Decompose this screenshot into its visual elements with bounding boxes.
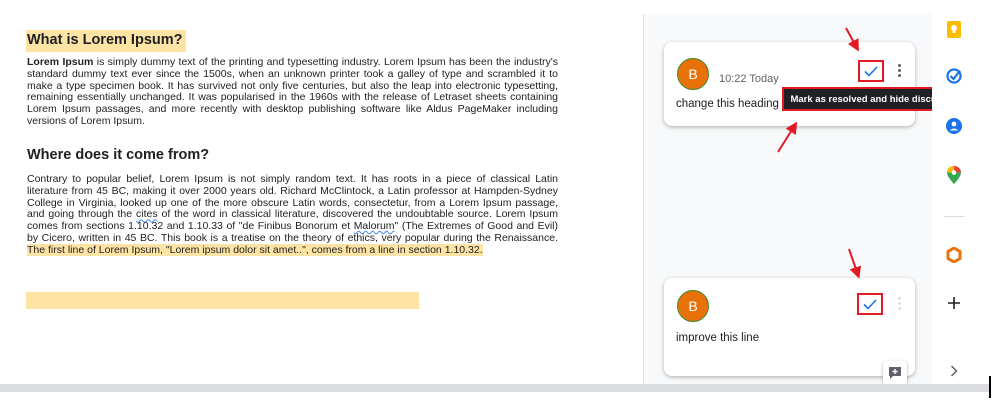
spelling-flag-malorum[interactable]: Malorum — [354, 220, 395, 232]
highlight-band — [26, 292, 419, 309]
heading-what-is-lorem-ipsum: What is Lorem Ipsum? — [26, 30, 186, 52]
contacts-icon[interactable] — [945, 117, 963, 135]
horizontal-scrollbar[interactable] — [0, 384, 990, 392]
text-cursor — [989, 376, 991, 398]
add-comment-button[interactable] — [883, 361, 907, 385]
document-page[interactable]: What is Lorem Ipsum? Lorem Ipsum is simp… — [0, 0, 643, 384]
commented-highlight[interactable]: The first line of Lorem Ipsum, "Lorem ip… — [27, 243, 483, 256]
resolve-button[interactable] — [858, 60, 884, 82]
comment-text: change this heading — [676, 98, 779, 110]
side-panel-divider — [944, 216, 964, 217]
add-comment-icon — [889, 367, 901, 379]
more-options-icon[interactable] — [893, 295, 905, 313]
paragraph-1[interactable]: Lorem Ipsum is simply dummy text of the … — [27, 56, 558, 128]
add-icon[interactable] — [945, 294, 963, 312]
comment-text: improve this line — [676, 332, 760, 344]
paragraph-2[interactable]: Contrary to popular belief, Lorem Ipsum … — [27, 173, 558, 257]
check-icon — [864, 65, 878, 77]
office-addon-icon[interactable] — [945, 246, 963, 264]
spelling-flag-cites[interactable]: cites — [136, 208, 158, 220]
more-options-icon[interactable] — [893, 62, 905, 80]
paragraph-1-text: is simply dummy text of the printing and… — [27, 56, 558, 127]
comment-card[interactable]: B improve this line — [664, 278, 915, 376]
avatar[interactable]: B — [677, 290, 709, 322]
expand-icon[interactable] — [945, 362, 963, 380]
comment-card[interactable]: B 10:22 Today change this heading — [664, 42, 915, 126]
comment-time: 10:22 Today — [719, 73, 779, 85]
keep-icon[interactable] — [945, 20, 963, 38]
heading-where-does-it-come-from: Where does it come from? — [27, 147, 210, 163]
tasks-icon[interactable] — [945, 67, 963, 85]
bold-term: Lorem Ipsum — [27, 56, 94, 68]
check-icon — [863, 298, 877, 310]
side-panel — [932, 0, 976, 384]
avatar[interactable]: B — [677, 58, 709, 90]
resolve-button[interactable] — [857, 293, 883, 315]
maps-icon[interactable] — [945, 166, 963, 184]
